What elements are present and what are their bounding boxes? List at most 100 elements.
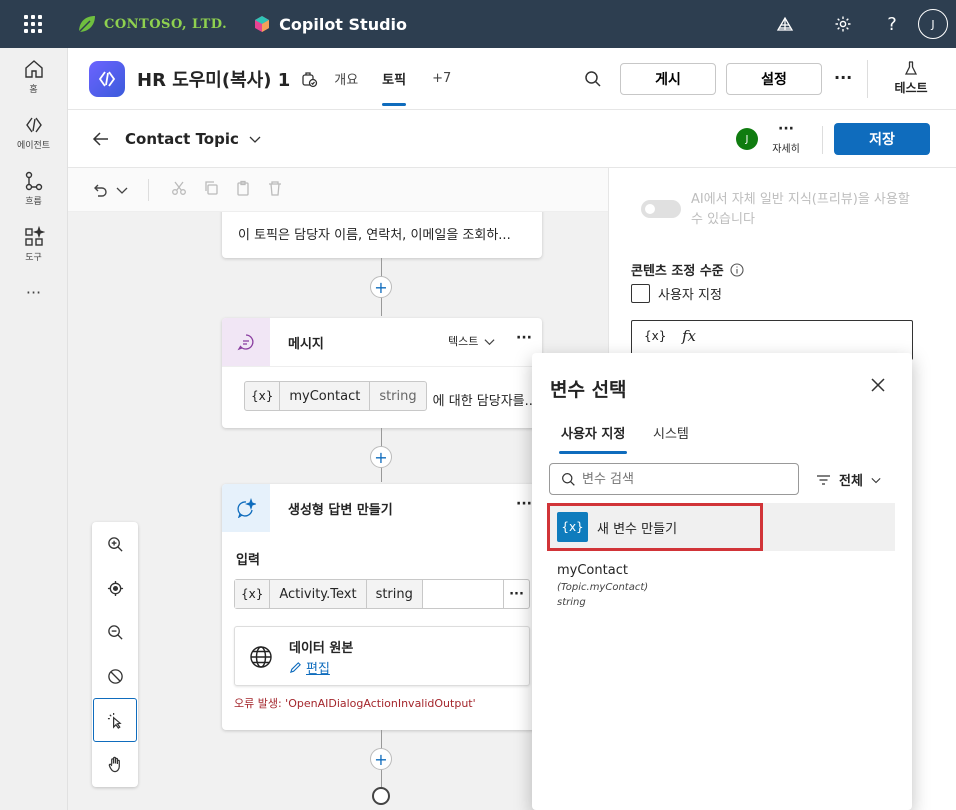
ai-knowledge-label: AI에서 자체 일반 지식(프리뷰)을 사용할 수 있습니다 [691, 192, 910, 227]
paste-button[interactable] [235, 180, 251, 200]
app-header: CONTOSO, LTD. Copilot Studio ? J [0, 0, 956, 48]
hand-icon [108, 756, 120, 772]
tab-system[interactable]: 시스템 [653, 423, 689, 442]
help-button[interactable]: ? [872, 0, 912, 48]
generative-answers-node[interactable]: 생성형 답변 만들기 ··· 입력 {x} Activity.Text stri… [222, 484, 542, 730]
chevron-down-icon [249, 136, 261, 143]
trigger-node[interactable]: 이 토픽은 담당자 이름, 연락처, 이메일을 조회하... [222, 212, 542, 258]
company-brand[interactable]: CONTOSO, LTD. [76, 13, 227, 35]
add-node-button[interactable]: + [370, 276, 392, 298]
variable-type: string [557, 597, 586, 608]
select-mode-button[interactable] [93, 698, 137, 742]
gen-node-more-button[interactable]: ··· [516, 496, 532, 512]
chevron-down-icon [871, 477, 881, 483]
divider [222, 366, 542, 367]
chevron-down-icon [484, 338, 495, 345]
delete-button[interactable] [267, 180, 283, 200]
more-icon: ··· [25, 282, 42, 302]
pan-mode-button[interactable] [92, 742, 138, 786]
copy-button[interactable] [203, 180, 219, 200]
add-node-button[interactable]: + [370, 748, 392, 770]
environment-button[interactable] [756, 0, 814, 48]
variable-search-input[interactable] [582, 469, 782, 489]
left-nav-rail: 홈 에이전트 흐름 도구 ··· [0, 48, 68, 810]
checkbox-box[interactable] [631, 284, 650, 303]
custom-checkbox[interactable]: 사용자 지정 [631, 284, 722, 303]
close-button[interactable] [870, 377, 886, 397]
recenter-button[interactable] [92, 566, 138, 610]
variable-name: myContact [280, 382, 371, 410]
minimap-toggle-button[interactable] [92, 654, 138, 698]
filter-icon [817, 474, 830, 485]
ai-knowledge-toggle[interactable] [641, 200, 681, 218]
custom-label: 사용자 지정 [658, 288, 722, 303]
message-type-dropdown[interactable]: 텍스트 [448, 333, 495, 349]
message-node-more-button[interactable]: ··· [516, 330, 532, 346]
data-source-card[interactable]: 데이터 원본 편집 [234, 626, 530, 686]
message-content[interactable]: {x} myContact string 에 대한 담당자를... [244, 381, 537, 411]
nav-more-button[interactable]: ··· [0, 272, 67, 312]
variable-chip[interactable]: {x} myContact string [244, 381, 427, 411]
editor-avatar: J [736, 128, 758, 150]
company-name: CONTOSO, LTD. [104, 16, 228, 32]
agent-logo-icon [98, 70, 116, 87]
variable-type: string [366, 580, 423, 608]
details-label: 자세히 [772, 144, 800, 155]
globe-network-icon [776, 16, 794, 31]
trigger-description: 이 토픽은 담당자 이름, 연락처, 이메일을 조회하... [238, 228, 511, 243]
zoom-in-button[interactable] [92, 522, 138, 566]
new-variable-row[interactable]: {x} 새 변수 만들기 [547, 503, 895, 551]
nav-home[interactable]: 홈 [0, 48, 67, 104]
clipboard-icon [237, 180, 249, 196]
zoom-out-button[interactable] [92, 610, 138, 654]
insert-variable-button[interactable]: {x} [644, 329, 666, 343]
save-button[interactable]: 저장 [834, 123, 930, 155]
message-node[interactable]: 메시지 텍스트 ··· {x} myContact string 에 대한 담당… [222, 318, 542, 428]
plus-icon: + [374, 749, 388, 769]
settings-button[interactable] [814, 0, 872, 48]
gen-node-icon-box [222, 484, 270, 532]
input-variable-field[interactable]: {x} Activity.Text string ··· [234, 579, 530, 609]
variable-search[interactable] [549, 463, 799, 495]
filter-dropdown[interactable]: 전체 [816, 470, 881, 489]
back-button[interactable] [92, 130, 110, 152]
agent-logo [89, 60, 125, 97]
nav-flows[interactable]: 흐름 [0, 160, 67, 216]
home-icon [24, 59, 43, 78]
add-node-button[interactable]: + [370, 446, 392, 468]
app-launcher-button[interactable] [0, 0, 66, 48]
details-button[interactable]: ··· 자세히 [768, 122, 804, 155]
agent-name: HR 도우미(복사) 1 [137, 69, 291, 91]
product-link[interactable]: Copilot Studio [253, 15, 407, 34]
search-button[interactable] [584, 70, 602, 92]
product-name: Copilot Studio [279, 14, 408, 34]
moderation-section: 콘텐츠 조정 수준 [631, 260, 744, 279]
variable-list-item[interactable]: myContact (Topic.myContact) string [557, 563, 648, 608]
nav-home-label: 홈 [29, 84, 38, 95]
settings-agent-button[interactable]: 설정 [726, 63, 822, 95]
topic-name-dropdown[interactable]: Contact Topic [125, 130, 261, 148]
waffle-icon [24, 15, 42, 33]
formula-button[interactable]: fx [682, 327, 696, 345]
tab-topics[interactable]: 토픽 [382, 48, 406, 110]
agent-status-icon [302, 71, 318, 87]
tab-more[interactable]: +7 [432, 48, 451, 110]
nav-agents[interactable]: 에이전트 [0, 104, 67, 160]
publish-button[interactable]: 게시 [620, 63, 716, 95]
info-icon[interactable] [730, 262, 744, 277]
message-node-title: 메시지 [288, 337, 324, 352]
cut-button[interactable] [171, 180, 187, 200]
canvas-toolbar [68, 168, 608, 212]
undo-button[interactable] [92, 182, 128, 198]
user-avatar-button[interactable]: J [918, 9, 948, 39]
agent-more-button[interactable]: ··· [834, 68, 852, 87]
nav-tools[interactable]: 도구 [0, 216, 67, 272]
topic-canvas[interactable]: 이 토픽은 담당자 이름, 연락처, 이메일을 조회하... + 메시지 텍스트… [68, 212, 608, 810]
edit-link[interactable]: 편집 [289, 658, 330, 677]
zoom-out-icon [107, 624, 123, 640]
tab-overview[interactable]: 개요 [334, 48, 358, 110]
variable-tag: {x} [235, 580, 271, 608]
input-more-button[interactable]: ··· [503, 580, 529, 608]
tab-custom[interactable]: 사용자 지정 [559, 423, 628, 455]
test-button[interactable]: 테스트 [886, 60, 936, 96]
